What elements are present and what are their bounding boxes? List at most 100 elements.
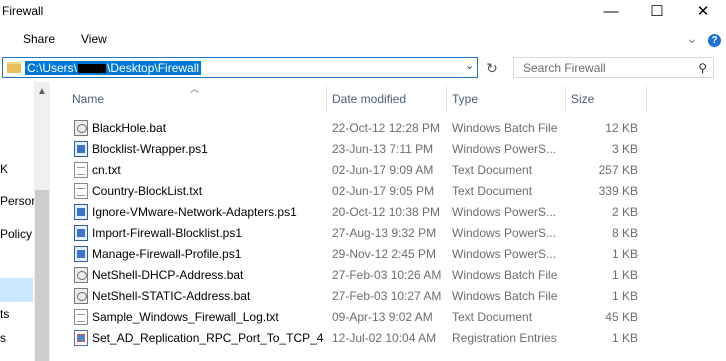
file-row[interactable]: Manage-Firewall-Profile.ps1 29-Nov-12 2:…: [70, 244, 646, 265]
file-size: 257 KB: [598, 163, 638, 177]
file-type: Windows Batch File: [452, 121, 558, 135]
file-date: 22-Oct-12 12:28 PM: [332, 121, 441, 135]
path-prefix: C:\Users\: [27, 61, 78, 75]
file-size: 1 KB: [611, 289, 638, 303]
powershell-file-icon: [74, 246, 88, 262]
file-date: 09-Apr-13 9:02 AM: [332, 310, 433, 324]
file-name: Manage-Firewall-Profile.ps1: [92, 247, 242, 261]
file-name: Ignore-VMware-Network-Adapters.ps1: [92, 205, 297, 219]
file-type: Windows Batch File: [452, 268, 558, 282]
file-type: Text Document: [452, 163, 533, 177]
file-date: 27-Feb-03 10:26 AM: [332, 268, 442, 282]
file-size: 3 KB: [611, 142, 638, 156]
nav-item[interactable]: ts: [0, 307, 34, 321]
address-bar[interactable]: C:\Users\ \Desktop\Firewall ⌄: [2, 57, 478, 78]
nav-item-selected[interactable]: [0, 278, 33, 302]
batch-file-icon: [74, 120, 88, 136]
folder-icon: [7, 62, 21, 73]
file-row[interactable]: Country-BlockList.txt 02-Jun-17 9:05 PM …: [70, 181, 646, 202]
refresh-icon[interactable]: ↻: [483, 59, 501, 77]
file-row[interactable]: Import-Firewall-Blocklist.ps1 27-Aug-13 …: [70, 223, 646, 244]
file-size: 45 KB: [605, 310, 638, 324]
sort-ascending-icon: ︿: [190, 84, 200, 94]
close-button[interactable]: ✕: [680, 0, 726, 24]
file-size: 1 KB: [611, 331, 638, 345]
column-divider[interactable]: [646, 86, 647, 112]
file-date: 27-Aug-13 9:32 PM: [332, 226, 437, 240]
column-divider[interactable]: [565, 86, 566, 112]
powershell-file-icon: [74, 204, 88, 220]
nav-item[interactable]: K: [0, 162, 34, 176]
search-input[interactable]: [521, 60, 685, 76]
text-file-icon: [74, 183, 88, 199]
ribbon: Share View ⌄ ?: [0, 28, 726, 52]
file-row[interactable]: Set_AD_Replication_RPC_Port_To_TCP_44...…: [70, 328, 646, 349]
chevron-down-icon[interactable]: ⌄: [686, 30, 698, 47]
file-size: 2 KB: [611, 205, 638, 219]
file-row[interactable]: cn.txt 02-Jun-17 9:09 AM Text Document 2…: [70, 160, 646, 181]
powershell-file-icon: [74, 141, 88, 157]
window-title: Firewall: [2, 4, 44, 18]
file-date: 02-Jun-17 9:09 AM: [332, 163, 434, 177]
file-name: cn.txt: [92, 163, 121, 177]
column-divider[interactable]: [326, 86, 327, 112]
file-type: Text Document: [452, 310, 533, 324]
file-name: Set_AD_Replication_RPC_Port_To_TCP_44...: [92, 331, 324, 345]
title-bar: Firewall — ☐ ✕: [0, 0, 726, 24]
file-name: NetShell-DHCP-Address.bat: [92, 268, 244, 282]
redacted-username: [78, 64, 107, 74]
file-type: Windows PowerS...: [452, 247, 557, 261]
scrollbar-thumb[interactable]: [35, 190, 49, 361]
registry-file-icon: [74, 330, 88, 346]
search-icon: ⚲: [698, 61, 707, 75]
file-size: 8 KB: [611, 226, 638, 240]
column-header-type[interactable]: Type: [452, 90, 478, 112]
nav-item[interactable]: Policy: [0, 227, 34, 241]
file-row[interactable]: NetShell-STATIC-Address.bat 27-Feb-03 10…: [70, 286, 646, 307]
minimize-button[interactable]: —: [588, 0, 634, 24]
file-name: BlackHole.bat: [92, 121, 167, 135]
address-dropdown-icon[interactable]: ⌄: [465, 59, 474, 72]
address-path[interactable]: C:\Users\ \Desktop\Firewall: [25, 61, 202, 75]
help-icon[interactable]: ?: [708, 34, 721, 47]
file-name: Country-BlockList.txt: [92, 184, 203, 198]
nav-scrollbar[interactable]: ▲: [34, 82, 50, 361]
scroll-up-icon[interactable]: ▲: [34, 86, 50, 97]
path-suffix: \Desktop\Firewall: [107, 61, 200, 75]
file-size: 12 KB: [605, 121, 638, 135]
file-type: Registration Entries: [452, 331, 557, 345]
search-box[interactable]: ⚲: [513, 57, 714, 78]
column-header-date[interactable]: Date modified: [332, 90, 406, 112]
tab-share[interactable]: Share: [23, 32, 55, 46]
file-row[interactable]: Blocklist-Wrapper.ps1 23-Jun-13 7:11 PM …: [70, 139, 646, 160]
file-date: 27-Feb-03 10:27 AM: [332, 289, 442, 303]
file-type: Windows Batch File: [452, 289, 558, 303]
file-name: Sample_Windows_Firewall_Log.txt: [92, 310, 279, 324]
batch-file-icon: [74, 288, 88, 304]
column-header-size[interactable]: Size: [571, 90, 594, 112]
file-name: Import-Firewall-Blocklist.ps1: [92, 226, 243, 240]
tab-view[interactable]: View: [81, 32, 107, 46]
batch-file-icon: [74, 267, 88, 283]
file-date: 23-Jun-13 7:11 PM: [332, 142, 434, 156]
file-size: 1 KB: [611, 268, 638, 282]
text-file-icon: [74, 162, 88, 178]
column-header-name[interactable]: Name: [72, 90, 104, 112]
maximize-button[interactable]: ☐: [634, 0, 680, 24]
file-type: Windows PowerS...: [452, 205, 557, 219]
file-date: 20-Oct-12 10:38 PM: [332, 205, 441, 219]
file-type: Windows PowerS...: [452, 142, 557, 156]
nav-item[interactable]: Persor: [0, 194, 34, 208]
file-row[interactable]: Sample_Windows_Firewall_Log.txt 09-Apr-1…: [70, 307, 646, 328]
file-size: 1 KB: [611, 247, 638, 261]
nav-item[interactable]: s: [0, 331, 34, 345]
file-type: Windows PowerS...: [452, 226, 557, 240]
powershell-file-icon: [74, 225, 88, 241]
file-date: 12-Jul-02 10:04 AM: [332, 331, 437, 345]
file-date: 02-Jun-17 9:05 PM: [332, 184, 435, 198]
column-divider[interactable]: [446, 86, 447, 112]
file-row[interactable]: NetShell-DHCP-Address.bat 27-Feb-03 10:2…: [70, 265, 646, 286]
file-row[interactable]: BlackHole.bat 22-Oct-12 12:28 PM Windows…: [70, 118, 646, 139]
file-row[interactable]: Ignore-VMware-Network-Adapters.ps1 20-Oc…: [70, 202, 646, 223]
file-name: Blocklist-Wrapper.ps1: [92, 142, 208, 156]
